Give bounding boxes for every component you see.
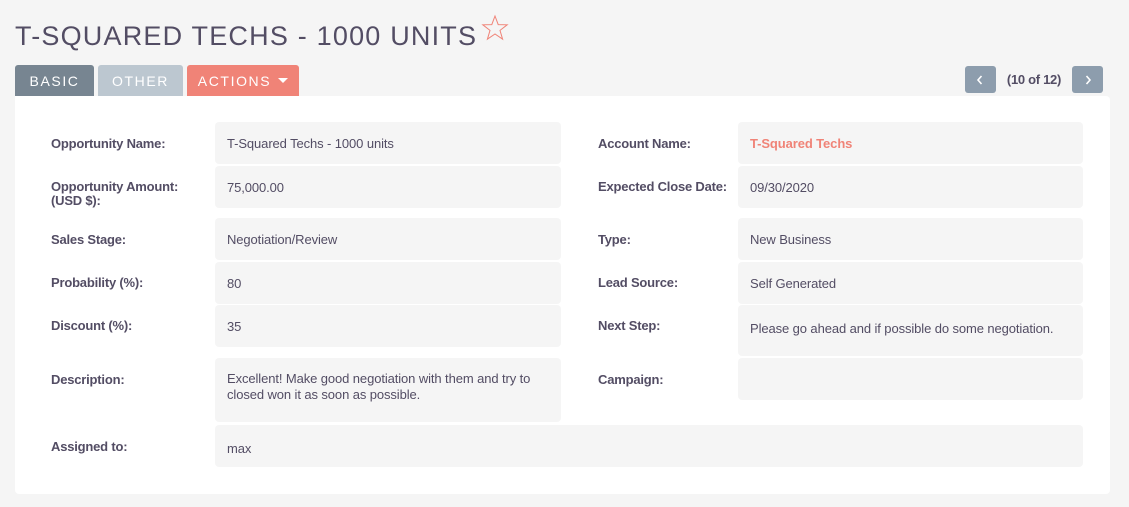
next-step-label: Next Step: [598,318,661,333]
expected-close-date-label: Expected Close Date: [598,179,727,194]
star-outline-icon[interactable] [481,14,509,42]
detail-tabs: BASIC OTHER ACTIONS [15,65,303,97]
description-label: Description: [51,372,125,387]
lead-source-value: Self Generated [738,262,1083,304]
next-step-value: Please go ahead and if possible do some … [738,305,1083,356]
page-title: T-SQUARED TECHS - 1000 UNITS [15,21,478,51]
expected-close-date-value: 09/30/2020 [738,166,1083,208]
actions-dropdown-button[interactable]: ACTIONS [187,65,299,97]
next-record-button[interactable] [1072,66,1103,93]
probability-value: 80 [215,262,561,304]
campaign-label: Campaign: [598,372,664,387]
opportunity-name-label: Opportunity Name: [51,136,166,151]
record-count: (10 of 12) [1006,72,1061,87]
tab-other[interactable]: OTHER [98,65,183,97]
chevron-left-icon [977,74,983,85]
account-name-link[interactable]: T-Squared Techs [738,122,1083,164]
type-value: New Business [738,218,1083,260]
detail-panel: Opportunity Name: T-Squared Techs - 1000… [15,96,1110,494]
record-pager: (10 of 12) [964,66,1103,93]
actions-label: ACTIONS [197,73,272,89]
sales-stage-value: Negotiation/Review [215,218,561,260]
assigned-to-value: max [215,425,1083,467]
opportunity-amount-value: 75,000.00 [215,166,561,208]
discount-label: Discount (%): [51,318,133,333]
campaign-value [738,358,1083,400]
type-label: Type: [598,232,631,247]
discount-value: 35 [215,305,561,347]
chevron-right-icon [1085,74,1091,85]
opportunity-amount-label: Opportunity Amount: (USD $): [51,180,178,208]
tab-basic-label: BASIC [29,73,80,89]
tab-other-label: OTHER [112,73,169,89]
lead-source-label: Lead Source: [598,275,678,290]
tab-basic[interactable]: BASIC [15,65,94,97]
caret-down-icon [278,77,289,83]
opportunity-amount-label-line2: (USD $): [51,193,101,208]
previous-record-button[interactable] [964,66,996,93]
account-name-label: Account Name: [598,136,691,151]
title-row: T-SQUARED TECHS - 1000 UNITS [15,14,509,58]
opportunity-amount-label-line1: Opportunity Amount: [51,179,179,194]
sales-stage-label: Sales Stage: [51,232,126,247]
probability-label: Probability (%): [51,275,144,290]
description-value: Excellent! Make good negotiation with th… [215,358,561,422]
opportunity-name-value: T-Squared Techs - 1000 units [215,122,561,164]
assigned-to-label: Assigned to: [51,439,128,454]
